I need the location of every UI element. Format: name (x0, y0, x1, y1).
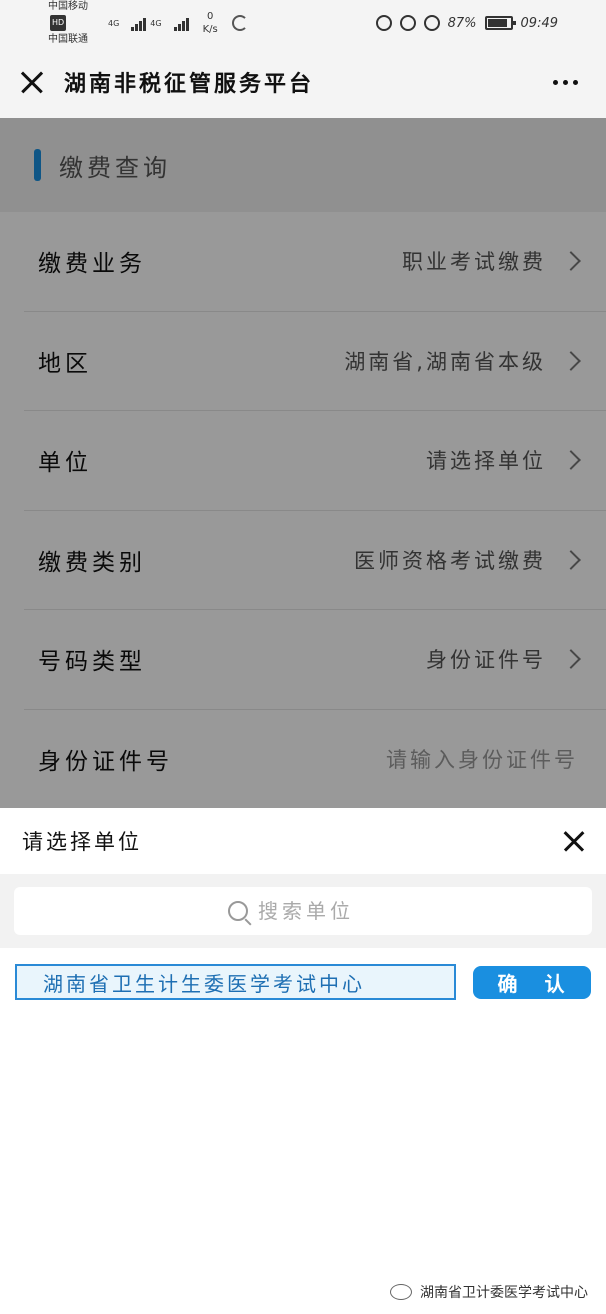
battery-icon (484, 16, 516, 30)
status-right: 87% 09:49 (375, 15, 558, 31)
carrier-info: 中国移动HD 中国联通 (48, 0, 104, 48)
speed-unit: K/s (202, 24, 218, 35)
more-options-icon[interactable] (545, 70, 586, 95)
network-type-2: 4G (150, 18, 162, 28)
clock: 09:49 (520, 15, 558, 31)
wechat-icon (390, 1284, 412, 1300)
unit-option[interactable]: 湖南省卫生计生委医学考试中心 (15, 964, 456, 1000)
watermark-text: 湖南省卫计委医学考试中心 (420, 1285, 588, 1301)
eye-comfort-icon (399, 15, 416, 31)
status-bar: 中国移动HD 中国联通 4G 4G 0 K/s 87% 09:49 (0, 0, 606, 46)
network-speed: 0 K/s (203, 10, 218, 36)
network-type-1: 4G (108, 18, 120, 28)
sheet-title: 请选择单位 (22, 830, 142, 854)
unit-picker-sheet: 请选择单位 湖南省卫生计生委医学考试中心 确 认 湖南省卫计委医学考试中心 (0, 808, 606, 1314)
carrier-1: 中国移动HD (48, 0, 104, 32)
close-icon[interactable] (564, 831, 584, 851)
search-box[interactable] (14, 887, 592, 935)
signal-2-icon (173, 15, 189, 31)
title-bar: 湖南非税征管服务平台 (0, 46, 606, 118)
signal-1-icon (131, 15, 147, 31)
confirm-button[interactable]: 确 认 (473, 965, 591, 999)
watermark: 湖南省卫计委医学考试中心 (390, 1282, 588, 1302)
hd-badge: HD (50, 14, 67, 31)
sheet-header: 请选择单位 (0, 808, 606, 874)
search-band (0, 874, 606, 948)
hotspot-icon (375, 15, 392, 31)
modal-backdrop[interactable] (0, 118, 606, 808)
battery-percent: 87% (447, 15, 477, 31)
alarm-icon (423, 15, 440, 31)
search-icon (228, 901, 248, 921)
page-title: 湖南非税征管服务平台 (64, 72, 315, 97)
result-row: 湖南省卫生计生委医学考试中心 确 认 (15, 964, 591, 1000)
close-icon[interactable] (20, 70, 44, 94)
speed-value: 0 (206, 11, 214, 22)
loading-ring-icon (231, 15, 248, 31)
search-input[interactable] (258, 899, 378, 923)
